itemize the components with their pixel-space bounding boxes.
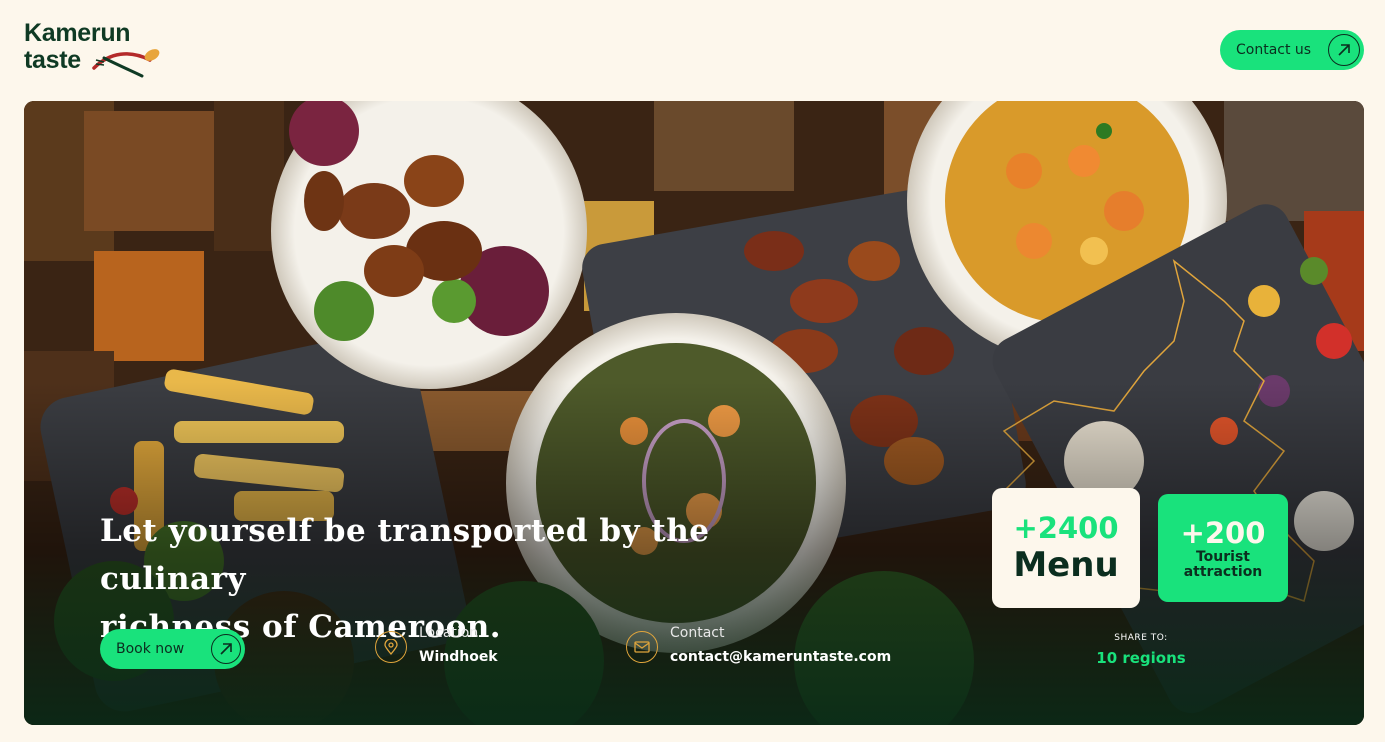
menu-label: Menu — [1013, 545, 1119, 585]
location-label: Location — [419, 625, 479, 641]
book-now-button[interactable]: Book now — [100, 629, 245, 669]
contact-us-label: Contact us — [1236, 42, 1312, 58]
tourist-label-line-1: Tourist — [1195, 549, 1250, 565]
regions-count: 10 regions — [1096, 649, 1186, 667]
tourist-stat-card: +200 Tourist attraction — [1158, 494, 1288, 602]
tourist-count: +200 — [1180, 516, 1266, 550]
arrow-up-right-icon — [211, 634, 241, 664]
logo[interactable]: Kamerun taste — [24, 20, 174, 82]
logo-line-1: Kamerun — [24, 19, 131, 47]
menu-count: +2400 — [1013, 511, 1119, 545]
share-caption: SHARE TO: — [1114, 633, 1168, 643]
contact-email[interactable]: contact@kameruntaste.com — [670, 649, 891, 665]
share-regions: SHARE TO: 10 regions — [1096, 633, 1186, 667]
location-value: Windhoek — [419, 649, 498, 665]
contact-label: Contact — [670, 625, 725, 641]
location-info: Location Windhoek — [375, 625, 498, 665]
book-now-label: Book now — [116, 641, 185, 657]
contact-info: Contact contact@kameruntaste.com — [626, 625, 891, 665]
tourist-label-line-2: attraction — [1183, 564, 1263, 580]
mail-icon — [626, 631, 658, 663]
hero-banner: Let yourself be transported by the culin… — [24, 101, 1364, 725]
arrow-up-right-icon — [1328, 34, 1360, 66]
map-pin-icon — [375, 631, 407, 663]
contact-us-button[interactable]: Contact us — [1220, 30, 1364, 70]
headline-line-1: Let yourself be transported by the culin… — [100, 513, 710, 597]
fork-chili-icon — [92, 49, 160, 78]
menu-stat-card: +2400 Menu — [992, 488, 1140, 608]
